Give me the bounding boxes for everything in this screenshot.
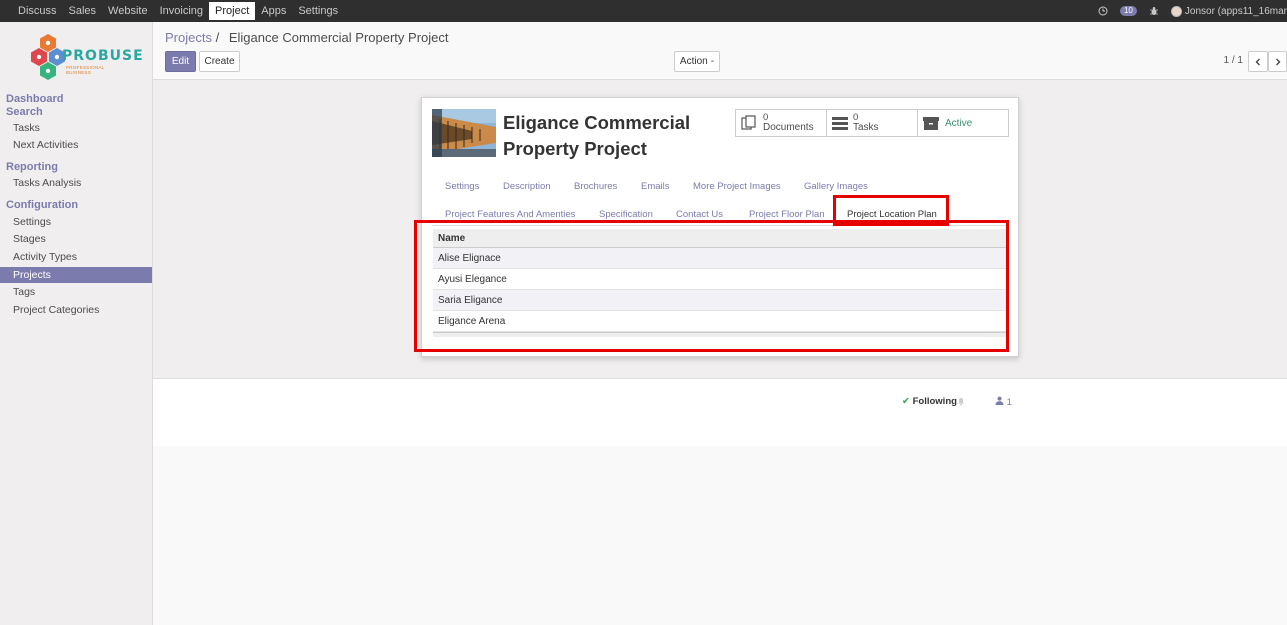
tab-contact-us[interactable]: Contact Us [676,209,723,220]
chatter: ✔ Following 1 [153,378,1287,446]
sidebar-item-tasks-analysis[interactable]: Tasks Analysis [0,175,152,191]
systray: 10 Jonsor (apps11_16mar [1092,0,1287,22]
tasks-icon [832,117,848,130]
messages-badge[interactable]: 10 [1119,6,1137,16]
menu-sales[interactable]: Sales [63,0,103,22]
following-label: Following [912,396,957,407]
create-button[interactable]: Create [199,51,240,72]
documents-label: Documents [763,122,814,133]
table-row[interactable]: Saria Eligance [433,290,1008,311]
pager-next-button[interactable] [1268,51,1287,72]
menu-invoicing[interactable]: Invoicing [154,0,209,22]
tasks-count: 0 [853,112,859,123]
tab-project-features-and-amenties[interactable]: Project Features And Amenties [445,209,575,220]
user-icon [995,396,1004,405]
tab-settings[interactable]: Settings [445,181,479,192]
menu-apps[interactable]: Apps [255,0,292,22]
breadcrumb-current: Eligance Commercial Property Project [228,30,449,45]
action-label: Action [679,56,708,67]
documents-stat-button[interactable]: 0 Documents [735,109,827,137]
caret-down-icon: - [710,56,715,67]
clock-icon[interactable] [1098,6,1108,16]
archive-icon [923,117,939,130]
active-toggle-button[interactable]: Active [917,109,1009,137]
sidebar-item-activity-types[interactable]: Activity Types [0,249,152,265]
tasks-label: Tasks [853,122,879,133]
sidebar-section-search[interactable]: Search [6,106,43,118]
tab-specification[interactable]: Specification [599,209,653,220]
avatar [1170,5,1182,17]
column-header-name[interactable]: Name [433,229,1008,248]
logo-text: PROBUSE [62,48,144,64]
pager-value: 1 / 1 [1223,55,1243,66]
edit-button[interactable]: Edit [165,51,196,72]
tab-project-floor-plan[interactable]: Project Floor Plan [749,209,825,220]
table-footer [433,332,1008,337]
tabs-divider [432,225,1008,226]
pager-previous-button[interactable] [1248,51,1268,72]
breadcrumb: Projects / Eligance Commercial Property … [165,30,448,45]
table-row[interactable]: Alise Elignace [433,248,1008,269]
user-name: Jonsor (apps11_16mar [1184,5,1287,17]
top-navbar: Discuss Sales Website Invoicing Project … [0,0,1287,22]
bug-icon[interactable] [1149,6,1159,16]
form-sheet: Eligance Commercial Property Project 0 D… [421,97,1019,357]
sidebar-section-dashboard[interactable]: Dashboard [6,93,63,105]
tab-emails[interactable]: Emails [641,181,670,192]
sidebar-section-reporting[interactable]: Reporting [6,161,58,173]
following-button[interactable]: ✔ Following [902,396,957,407]
tab-description[interactable]: Description [503,181,551,192]
documents-icon [741,115,756,130]
breadcrumb-separator: / [215,30,220,45]
location-plan-table: Name Alise Elignace Ayusi Elegance Saria… [433,229,1008,337]
tab-project-location-plan[interactable]: Project Location Plan [847,209,937,220]
table-row[interactable]: Ayusi Elegance [433,269,1008,290]
record-title-line2: Property Project [503,138,647,159]
user-menu[interactable]: Jonsor (apps11_16mar [1170,5,1287,17]
record-title: Eligance Commercial Property Project [503,110,733,162]
documents-count: 0 [763,112,769,123]
bell-icon[interactable] [956,395,966,409]
tab-more-project-images[interactable]: More Project Images [693,181,781,192]
check-icon: ✔ [902,396,910,407]
sidebar-item-tags[interactable]: Tags [0,284,152,300]
sidebar-item-tasks[interactable]: Tasks [0,120,152,136]
app-menu: Discuss Sales Website Invoicing Project … [12,0,344,22]
building-photo-icon [432,109,496,157]
tab-brochures[interactable]: Brochures [574,181,617,192]
menu-discuss[interactable]: Discuss [12,0,63,22]
followers-count: 1 [1006,397,1012,408]
company-logo[interactable]: PROBUSE PROFESSIONAL BUSINESS [30,32,143,84]
menu-settings[interactable]: Settings [292,0,344,22]
tasks-stat-button[interactable]: 0 Tasks [826,109,918,137]
breadcrumb-projects[interactable]: Projects [165,30,212,45]
sidebar: PROBUSE PROFESSIONAL BUSINESS Dashboard … [0,22,153,625]
menu-website[interactable]: Website [102,0,154,22]
table-row[interactable]: Eligance Arena [433,311,1008,332]
chevron-left-icon [1255,58,1260,65]
action-dropdown[interactable]: Action - [674,51,720,72]
logo-tagline: PROFESSIONAL BUSINESS [66,65,105,75]
sidebar-item-project-categories[interactable]: Project Categories [0,302,152,318]
record-title-line1: Eligance Commercial [503,112,691,133]
sidebar-item-next-activities[interactable]: Next Activities [0,137,152,153]
logo-hexagons-icon [31,34,65,80]
active-label: Active [945,117,973,129]
menu-project[interactable]: Project [209,2,256,20]
followers-button[interactable]: 1 [995,396,1012,408]
chevron-right-icon [1275,58,1280,65]
sidebar-item-projects[interactable]: Projects [0,267,152,283]
project-image[interactable] [432,109,496,157]
sidebar-section-configuration[interactable]: Configuration [6,199,78,211]
sidebar-item-stages[interactable]: Stages [0,231,152,247]
sidebar-item-settings[interactable]: Settings [0,214,152,230]
tab-gallery-images[interactable]: Gallery Images [804,181,868,192]
